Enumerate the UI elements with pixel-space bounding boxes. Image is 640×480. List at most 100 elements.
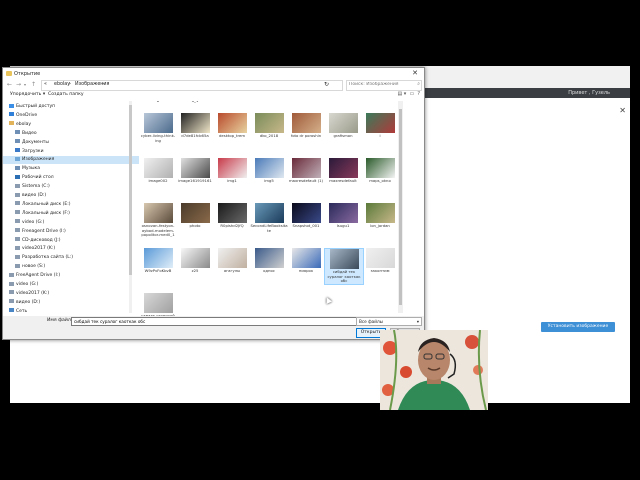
nav-item[interactable]: Быстрый доступ bbox=[3, 103, 133, 111]
file-tile[interactable]: однос bbox=[250, 248, 288, 274]
nav-item-label: video2017 (K:) bbox=[22, 246, 56, 252]
file-tile[interactable]: Isugu1 bbox=[324, 203, 362, 229]
close-button[interactable]: ✕ bbox=[408, 69, 422, 78]
breadcrumb-pictures[interactable]: Изображения bbox=[75, 82, 109, 87]
nav-item[interactable]: Разработка сайта (L:) bbox=[3, 254, 139, 262]
file-tile[interactable]: законтим bbox=[361, 248, 397, 274]
file-tile[interactable]: R0pishd2JfQ bbox=[213, 203, 251, 229]
back-arrow-icon[interactable]: ← bbox=[7, 81, 12, 88]
nav-item[interactable]: ebolay bbox=[3, 121, 133, 129]
file-tile[interactable]: W9zPvFoKbvB bbox=[139, 248, 177, 274]
file-tile[interactable]: foto dr poroshin bbox=[287, 113, 325, 139]
filename-input[interactable] bbox=[71, 317, 358, 326]
view-options-icon[interactable]: ▤ ▾ ▭ ? bbox=[397, 91, 420, 97]
file-tile[interactable]: desktop_trem bbox=[213, 113, 251, 139]
file-tile[interactable]: агагулы bbox=[213, 248, 251, 274]
recent-chevron-icon[interactable]: ▾ bbox=[24, 82, 26, 87]
modal-close-icon[interactable]: ✕ bbox=[619, 106, 626, 115]
file-tile[interactable]: dcbdfe78ad7cf184f6_1 bbox=[176, 101, 214, 103]
file-tile[interactable]: d7de81fcb65a bbox=[176, 113, 214, 139]
drive-folder-icon bbox=[15, 192, 20, 197]
file-thumbnail bbox=[217, 203, 247, 223]
nav-item-label: Сеть bbox=[16, 308, 28, 314]
webcam-overlay bbox=[380, 330, 488, 410]
file-tile[interactable]: maxresdefault bbox=[324, 158, 362, 184]
breadcrumb-overflow[interactable]: « bbox=[44, 82, 47, 87]
nav-item[interactable]: video (G:) bbox=[3, 281, 133, 289]
nav-item[interactable]: FreeAgent Drive (I:) bbox=[3, 272, 133, 280]
file-tile[interactable]: i bbox=[361, 113, 397, 139]
file-tile[interactable]: maxresdefault (1) bbox=[287, 158, 325, 184]
file-type-select[interactable]: Все файлы ▾ bbox=[356, 317, 422, 326]
drive-folder-icon bbox=[15, 228, 20, 233]
nav-item[interactable]: Sistema (C:) bbox=[3, 183, 139, 191]
refresh-icon[interactable]: ↻ bbox=[324, 81, 329, 88]
file-name: image161919161 bbox=[178, 178, 212, 183]
nav-item-label: видео (D:) bbox=[16, 299, 41, 305]
breadcrumb-user[interactable]: ebolay bbox=[54, 82, 70, 87]
address-bar[interactable]: « ebolay › Изображения › ↻ bbox=[41, 80, 343, 91]
organize-button[interactable]: Упорядочить ▾ bbox=[10, 92, 45, 97]
search-input[interactable] bbox=[347, 81, 417, 88]
nav-item[interactable]: Загрузки bbox=[3, 148, 139, 156]
file-tile[interactable]: photo bbox=[176, 203, 214, 229]
file-tile[interactable]: maps_okno bbox=[361, 158, 397, 184]
file-tile[interactable]: z25 bbox=[176, 248, 214, 274]
search-icon: ⌕ bbox=[417, 81, 420, 87]
search-box[interactable]: ⌕ bbox=[346, 80, 422, 91]
file-thumbnail bbox=[143, 203, 173, 223]
file-name: Snapshot_001 bbox=[292, 223, 320, 228]
file-thumbnail bbox=[143, 113, 173, 133]
nav-item[interactable]: video2017 (K:) bbox=[3, 245, 139, 253]
nav-item-label: новое (S:) bbox=[22, 264, 46, 270]
forward-arrow-icon[interactable]: → bbox=[16, 81, 21, 88]
drive-folder-icon bbox=[9, 281, 14, 286]
nav-item[interactable]: Сеть bbox=[3, 308, 133, 316]
grid-scrollbar[interactable] bbox=[398, 101, 403, 313]
nav-item[interactable]: Локальный диск (E:) bbox=[3, 201, 139, 209]
file-thumbnail bbox=[365, 248, 395, 268]
nav-item[interactable]: OneDrive bbox=[3, 112, 133, 120]
new-folder-button[interactable]: Создать папку bbox=[48, 92, 84, 97]
file-tile[interactable]: пиярок bbox=[287, 248, 325, 274]
nav-item[interactable]: видео (D:) bbox=[3, 192, 139, 200]
nav-item[interactable]: Локальный диск (F:) bbox=[3, 210, 139, 218]
nav-item[interactable]: Видео bbox=[3, 130, 139, 138]
file-tile[interactable]: img5 bbox=[250, 158, 288, 184]
file-thumbnail bbox=[365, 203, 395, 223]
file-thumbnail bbox=[217, 113, 247, 133]
file-tile[interactable]: cyber-living-think-ing bbox=[139, 113, 177, 143]
file-tile[interactable]: img1 bbox=[213, 158, 251, 184]
nav-item-label: video (G:) bbox=[22, 219, 45, 225]
nav-item-label: Sistema (C:) bbox=[22, 184, 50, 190]
nav-item-label: Видео bbox=[22, 130, 37, 136]
file-tile[interactable]: dko_2018 bbox=[250, 113, 288, 139]
breadcrumb-separator: › bbox=[69, 82, 71, 87]
nav-item[interactable]: видео (D:) bbox=[3, 299, 133, 307]
file-tile[interactable]: SecondLifeBooksitate bbox=[250, 203, 288, 233]
file-tile[interactable]: lon_jordan bbox=[361, 203, 397, 229]
file-tile[interactable]: c8acd086275054a6b bbox=[139, 101, 177, 103]
file-tile[interactable]: image002 bbox=[139, 158, 177, 184]
nav-item[interactable]: новое (S:) bbox=[3, 263, 139, 271]
nav-scrollbar[interactable] bbox=[129, 101, 132, 313]
nav-item[interactable]: Рабочий стол bbox=[3, 174, 139, 182]
drive-folder-icon bbox=[15, 148, 20, 152]
nav-item[interactable]: video (G:) bbox=[3, 219, 139, 227]
nav-item[interactable]: Музыка bbox=[3, 165, 139, 173]
file-tile[interactable]: Snapshot_001 bbox=[287, 203, 325, 229]
file-tile[interactable]: osnovan-festyon-aybod-modelem-popolitor-… bbox=[139, 203, 177, 238]
drive-folder-icon bbox=[15, 263, 20, 268]
file-tile[interactable]: image161919161 bbox=[176, 158, 214, 184]
file-tile[interactable]: grafismon bbox=[324, 113, 362, 139]
file-tile[interactable]: сибдай тек суралог каоткак обс bbox=[324, 248, 364, 285]
set-profile-image-button[interactable]: Установить изображение профиля bbox=[541, 322, 615, 339]
file-thumbnail bbox=[328, 158, 358, 178]
nav-item[interactable]: Документы bbox=[3, 139, 139, 147]
nav-item[interactable]: video2017 (K:) bbox=[3, 290, 133, 298]
up-arrow-icon[interactable]: ↑ bbox=[31, 81, 36, 88]
file-tile[interactable]: гамзак сезнорой bbox=[139, 293, 177, 317]
nav-item[interactable]: CD-дисковод (J:) bbox=[3, 237, 139, 245]
nav-item[interactable]: Freeagent Drive (I:) bbox=[3, 228, 139, 236]
nav-item[interactable]: Изображения bbox=[3, 156, 139, 165]
